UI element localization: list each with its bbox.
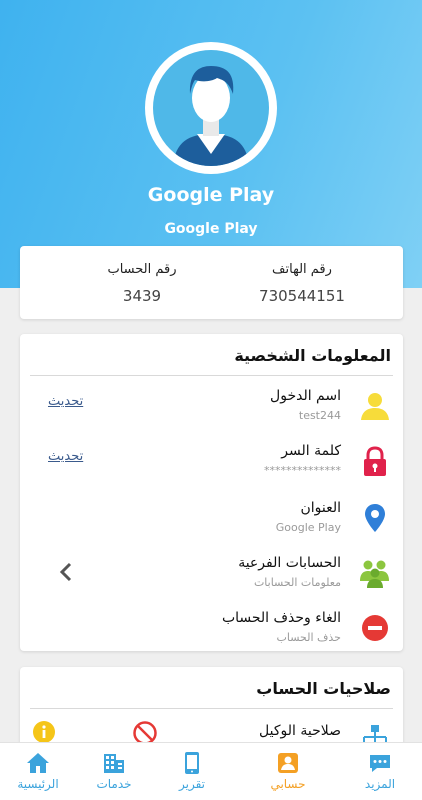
row-address: العنوان Google Play [20, 494, 403, 544]
divider [30, 375, 393, 376]
nav-services[interactable]: خدمات [72, 743, 156, 800]
row-sub-accounts[interactable]: الحسابات الفرعية معلومات الحسابات [20, 549, 403, 599]
account-number-label: رقم الحساب [107, 262, 177, 277]
nav-home[interactable]: الرئيسية [0, 743, 80, 800]
profile-header: Google Play Google Play [0, 0, 422, 288]
row-subtitle: معلومات الحسابات [253, 576, 341, 589]
row-title: الحسابات الفرعية [238, 555, 341, 571]
row-password: كلمة السر ************** تحديث [20, 437, 403, 487]
nav-label: خدمات [96, 777, 132, 791]
profile-name: Google Play [147, 184, 275, 206]
divider [30, 708, 393, 709]
avatar[interactable] [145, 42, 277, 174]
row-login-name: اسم الدخول test244 تحديث [20, 382, 403, 432]
phone-value: 730544151 [259, 287, 345, 305]
chevron-left-icon[interactable] [58, 561, 74, 583]
nav-label: حسابي [270, 777, 306, 791]
info-icon[interactable] [32, 720, 56, 744]
account-number-stat: رقم الحساب 3439 [72, 262, 212, 305]
users-group-icon [359, 557, 391, 589]
update-login-link[interactable]: تحديث [48, 394, 83, 409]
permissions-title: صلاحيات الحساب [256, 679, 391, 698]
personal-info-card: المعلومات الشخصية اسم الدخول test244 تحد… [20, 334, 403, 651]
minus-circle-icon [359, 612, 391, 644]
row-subtitle: test244 [298, 409, 341, 422]
lock-icon [359, 445, 391, 477]
row-delete-account[interactable]: الغاء وحذف الحساب حذف الحساب [20, 604, 403, 654]
building-icon [102, 751, 126, 775]
row-title: العنوان [300, 500, 341, 516]
nav-my-account[interactable]: حسابي [246, 743, 330, 800]
nav-label: الرئيسية [17, 777, 59, 791]
row-title: صلاحية الوكيل [259, 723, 341, 739]
account-icon [276, 751, 300, 775]
user-icon [359, 390, 391, 422]
row-title: كلمة السر [281, 443, 341, 459]
row-subtitle: ************** [264, 464, 341, 477]
row-subtitle: Google Play [275, 521, 341, 534]
avatar-person-icon [153, 50, 269, 166]
row-title: اسم الدخول [270, 388, 341, 404]
nav-report[interactable]: تقرير [150, 743, 234, 800]
row-subtitle: حذف الحساب [276, 631, 341, 644]
phone-label: رقم الهاتف [272, 262, 332, 277]
nav-more[interactable]: المزيد [338, 743, 422, 800]
profile-subtitle: Google Play [164, 221, 258, 237]
nav-label: المزيد [364, 777, 396, 791]
location-pin-icon [359, 502, 391, 534]
report-phone-icon [180, 751, 204, 775]
update-password-link[interactable]: تحديث [48, 449, 83, 464]
personal-info-title: المعلومات الشخصية [234, 346, 391, 365]
row-title: الغاء وحذف الحساب [221, 610, 341, 626]
account-stats-card: رقم الهاتف 730544151 رقم الحساب 3439 [20, 246, 403, 319]
home-icon [26, 751, 50, 775]
more-chat-icon [368, 751, 392, 775]
bottom-navigation: المزيد حسابي تقرير خدمات الرئيسية [0, 742, 422, 800]
phone-stat: رقم الهاتف 730544151 [232, 262, 372, 305]
account-number-value: 3439 [122, 287, 162, 305]
nav-label: تقرير [179, 777, 205, 791]
